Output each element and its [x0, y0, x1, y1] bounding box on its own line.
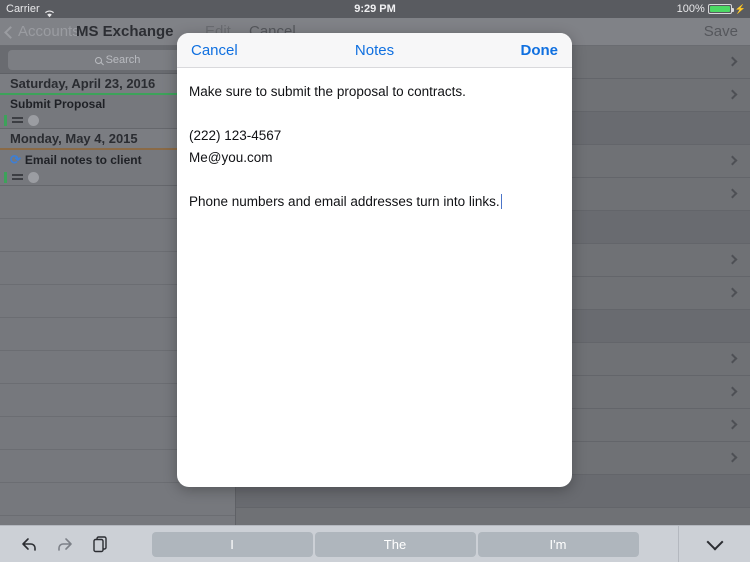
chevron-down-icon	[706, 533, 723, 550]
chevron-right-icon	[727, 188, 738, 199]
accounts-back-button[interactable]: Accounts	[4, 18, 80, 46]
notes-lines-icon	[12, 174, 23, 180]
priority-bar-icon	[4, 171, 7, 183]
date-header-label: Monday, May 4, 2015	[10, 131, 138, 146]
chevron-right-icon	[727, 89, 738, 100]
dismiss-keyboard-button[interactable]	[678, 525, 750, 562]
list-item[interactable]	[0, 483, 235, 516]
screen: Carrier 9:29 PM 100% ⚡ Accounts MS Excha…	[0, 0, 750, 562]
chevron-right-icon	[727, 386, 738, 397]
notes-modal: Cancel Notes Done Make sure to submit th…	[177, 33, 572, 487]
status-circle-icon	[28, 114, 39, 126]
chevron-left-icon	[4, 25, 17, 39]
chevron-right-icon	[727, 353, 738, 364]
battery-full-icon	[707, 4, 734, 14]
modal-done-button[interactable]: Done	[521, 33, 559, 68]
note-email-address: Me@you.com	[189, 150, 273, 165]
back-button-label: Accounts	[18, 23, 80, 40]
keyboard-toolbar: I The I'm	[0, 525, 750, 562]
redo-arrow-icon[interactable]	[54, 533, 76, 555]
search-icon	[94, 56, 102, 64]
suggestion-chip[interactable]: The	[314, 531, 476, 557]
background-save-button[interactable]: Save	[704, 18, 738, 46]
suggestion-chip[interactable]: I	[151, 531, 313, 557]
status-bar-right: 100% ⚡	[677, 0, 746, 18]
chevron-right-icon	[727, 419, 738, 430]
status-bar: Carrier 9:29 PM 100% ⚡	[0, 0, 750, 18]
text-cursor	[500, 194, 503, 209]
chevron-right-icon	[727, 287, 738, 298]
autocomplete-suggestions: I The I'm	[112, 531, 678, 557]
modal-header: Cancel Notes Done	[177, 33, 572, 68]
status-circle-icon	[28, 171, 39, 183]
chevron-right-icon	[727, 155, 738, 166]
search-placeholder: Search	[105, 54, 141, 66]
notes-lines-icon	[12, 117, 23, 123]
date-header-label: Saturday, April 23, 2016	[10, 76, 156, 91]
suggestion-chip[interactable]: I'm	[477, 531, 639, 557]
keyboard-toolbar-icons	[0, 533, 112, 555]
note-paragraph-4: Phone numbers and email addresses turn i…	[189, 191, 560, 213]
modal-title: Notes	[354, 42, 395, 59]
chevron-right-icon	[727, 56, 738, 67]
notes-textarea[interactable]: Make sure to submit the proposal to cont…	[177, 68, 572, 213]
undo-arrow-icon[interactable]	[18, 533, 40, 555]
chevron-right-icon	[727, 254, 738, 265]
sync-refresh-icon: ⟳	[10, 152, 21, 167]
task-title: Email notes to client	[24, 153, 142, 167]
status-bar-time: 9:29 PM	[354, 3, 396, 15]
battery-percent-label: 100%	[676, 3, 705, 15]
note-paragraph-4-text: Phone numbers and email addresses turn i…	[189, 194, 500, 209]
page-title: MS Exchange	[76, 23, 174, 40]
chevron-right-icon	[727, 452, 738, 463]
note-phone-number: (222) 123-4567	[189, 128, 282, 143]
task-title: Submit Proposal	[10, 97, 106, 111]
lightning-bolt-icon: ⚡	[734, 4, 746, 14]
copy-paste-icon[interactable]	[90, 533, 112, 555]
note-paragraph-1: Make sure to submit the proposal to cont…	[189, 84, 466, 99]
priority-bar-icon	[4, 114, 7, 126]
